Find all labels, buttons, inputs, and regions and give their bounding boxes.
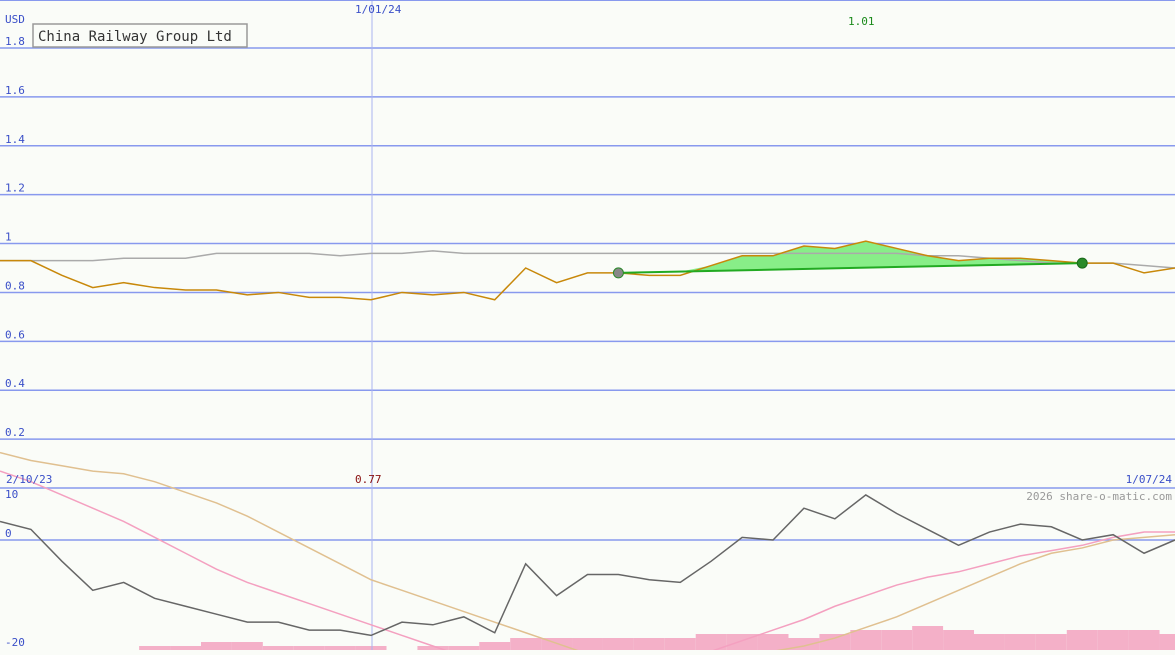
price-tick-label: 0.4 <box>5 377 25 390</box>
oscillator-tick-label: -20 <box>5 636 25 649</box>
price-tick-label: 1 <box>5 231 12 244</box>
volume-bar <box>819 634 851 650</box>
low-value-label: 0.77 <box>355 473 382 486</box>
volume-bar <box>324 646 356 650</box>
trend-end-marker <box>1076 257 1088 269</box>
chart-title: China Railway Group Ltd <box>38 29 232 45</box>
volume-bar <box>293 646 325 650</box>
volume-bar <box>1097 630 1129 650</box>
credit-label: 2026 share-o-matic.com <box>1026 490 1172 503</box>
start-date-label: 2/10/23 <box>6 473 52 486</box>
volume-bar <box>1066 630 1098 650</box>
price-tick-label: 1.4 <box>5 133 25 146</box>
oscillator-tick-label: 10 <box>5 488 18 501</box>
volume-bar <box>943 630 975 650</box>
volume-bar <box>231 642 263 650</box>
volume-bar <box>139 646 171 650</box>
price-tick-label: 0.6 <box>5 328 25 341</box>
volume-bar <box>850 630 882 650</box>
volume-bar <box>912 626 944 650</box>
date-marker-label: 1/01/24 <box>355 3 402 16</box>
volume-bar <box>200 642 232 650</box>
share-price-chart: USD 1.8 1.6 1.4 1.2 1 0.8 0.6 0.4 0.2 10 0 -20 Chi… <box>0 0 1175 655</box>
price-tick-label: 0.8 <box>5 279 25 292</box>
price-tick-label: 1.2 <box>5 182 25 195</box>
price-tick-label: 0.2 <box>5 426 25 439</box>
price-tick-label: 1.6 <box>5 84 25 97</box>
volume-bar <box>170 646 201 650</box>
volume-bar <box>1035 634 1067 650</box>
oscillator-tick-label: 0 <box>5 527 12 540</box>
volume-bar <box>1128 630 1160 650</box>
end-date-label: 1/07/24 <box>1126 473 1173 486</box>
volume-bar <box>510 638 542 650</box>
volume-bar <box>1004 634 1036 650</box>
volume-bar <box>881 630 913 650</box>
volume-bar <box>1159 634 1175 650</box>
volume-bar <box>448 646 480 650</box>
volume-bar <box>262 646 294 650</box>
volume-bar <box>974 634 1005 650</box>
volume-bar <box>602 638 634 650</box>
trend-start-marker <box>612 267 624 279</box>
volume-bar <box>572 638 603 650</box>
volume-bar <box>479 642 511 650</box>
price-tick-label: 1.8 <box>5 35 25 48</box>
high-value-label: 1.01 <box>848 15 875 28</box>
volume-bar <box>664 638 696 650</box>
volume-bar <box>633 638 665 650</box>
currency-label: USD <box>5 13 25 26</box>
volume-bar <box>355 646 387 650</box>
volume-bar <box>757 634 789 650</box>
